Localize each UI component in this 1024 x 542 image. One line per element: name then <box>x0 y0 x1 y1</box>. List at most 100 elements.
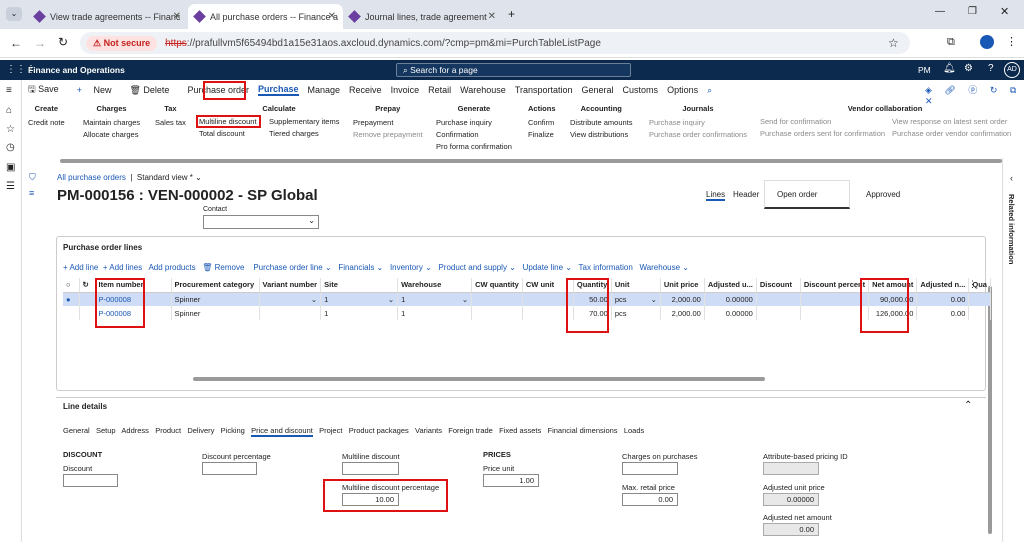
new-button[interactable]: + New <box>77 85 121 95</box>
new-tab-button[interactable]: + <box>508 7 515 21</box>
discount-field[interactable] <box>63 474 118 487</box>
cell-unit-price[interactable]: 2,000.00 <box>660 292 705 306</box>
select-all-radio[interactable]: ○ <box>63 278 80 293</box>
col-procurement-category[interactable]: Procurement category <box>171 278 260 293</box>
purchase-order-confirmations-button[interactable]: Purchase order confirmations <box>649 130 747 139</box>
cell-site[interactable]: 1 <box>320 306 399 320</box>
close-icon[interactable]: ✕ <box>173 11 181 22</box>
close-icon[interactable]: ✕ <box>488 11 496 22</box>
cell-site[interactable]: 1 ⌄ <box>320 292 399 306</box>
page-search-box[interactable]: ⌕ Search for a page <box>396 63 631 77</box>
warehouse-menu[interactable]: Warehouse ⌄ <box>639 263 689 272</box>
update-line-menu[interactable]: Update line ⌄ <box>523 263 572 272</box>
cell-discount[interactable] <box>756 306 801 320</box>
cell-adjusted-net[interactable]: 0.00 <box>916 292 970 306</box>
prepayment-button[interactable]: Prepayment <box>353 118 423 127</box>
pro-forma-confirmation-button[interactable]: Pro forma confirmation <box>436 142 512 151</box>
max-retail-price-field[interactable]: 0.00 <box>622 493 678 506</box>
send-for-confirmation-button[interactable]: Send for confirmation <box>760 117 831 126</box>
multiline-discount-field[interactable] <box>342 462 399 475</box>
expand-chevron-icon[interactable]: ‹ <box>1010 173 1013 183</box>
price-unit-field[interactable]: 1.00 <box>483 474 539 487</box>
col-discount-percent[interactable]: Discount percent <box>800 278 870 293</box>
tab-variants[interactable]: Variants <box>415 426 442 435</box>
cell-category[interactable]: Spinner <box>171 306 260 320</box>
search-icon[interactable]: ⌕ <box>707 85 712 96</box>
list-icon[interactable]: ≡ <box>29 188 34 198</box>
col-discount[interactable]: Discount <box>756 278 801 293</box>
extensions-icon[interactable]: ⧉ <box>947 36 955 49</box>
tab-all-purchase-orders[interactable]: All purchase orders -- Finance a ✕ <box>188 4 343 29</box>
hamburger-icon[interactable]: ≡ <box>6 85 12 96</box>
purchase-inquiry-button[interactable]: Purchase inquiry <box>436 118 512 127</box>
url-field[interactable]: ⚠ Not secure https://prafullvm5f65494bd1… <box>80 32 910 54</box>
tab-lines[interactable]: Lines <box>706 190 726 201</box>
po-line-menu[interactable]: Purchase order line ⌄ <box>253 263 331 272</box>
browser-menu-icon[interactable]: ⋮ <box>1006 35 1017 48</box>
col-warehouse[interactable]: Warehouse <box>397 278 473 293</box>
confirm-button[interactable]: Confirm <box>528 118 556 127</box>
tab-delivery[interactable]: Delivery <box>187 426 214 435</box>
tab-financial-dimensions[interactable]: Financial dimensions <box>548 426 618 435</box>
col-cw-quantity[interactable]: CW quantity <box>471 278 523 293</box>
grid-horizontal-scrollbar[interactable] <box>193 377 765 381</box>
tab-journal-lines[interactable]: Journal lines, trade agreement ✕ <box>343 4 503 29</box>
tab-menu-button[interactable]: ⌄ <box>6 7 22 21</box>
view-distributions-button[interactable]: View distributions <box>570 130 633 139</box>
vendor-confirmation-button[interactable]: Purchase order vendor confirmation <box>892 129 1011 138</box>
tab-options[interactable]: Options <box>667 85 698 95</box>
product-supply-menu[interactable]: Product and supply ⌄ <box>438 263 515 272</box>
modules-icon[interactable]: ☰ <box>6 181 15 192</box>
cell-unit[interactable]: pcs ⌄ <box>611 292 661 306</box>
help-icon[interactable]: ? <box>988 63 994 74</box>
remove-button[interactable]: 🗑︎ Remove <box>202 263 244 272</box>
tab-header[interactable]: Header <box>733 190 759 199</box>
refresh-icon[interactable]: ↻ <box>79 278 96 293</box>
reload-icon[interactable]: ↻ <box>58 35 68 49</box>
cell-adjusted-unit[interactable]: 0.00000 <box>704 292 757 306</box>
inventory-menu[interactable]: Inventory ⌄ <box>390 263 432 272</box>
tab-transportation[interactable]: Transportation <box>515 85 573 95</box>
cell-unit-price[interactable]: 2,000.00 <box>660 306 705 320</box>
cell-adjusted-net[interactable]: 0.00 <box>916 306 970 320</box>
tab-customs[interactable]: Customs <box>623 85 659 95</box>
tab-manage[interactable]: Manage <box>308 85 341 95</box>
cell-discount-pct[interactable] <box>800 292 870 306</box>
tab-foreign-trade[interactable]: Foreign trade <box>448 426 493 435</box>
tab-fixed-assets[interactable]: Fixed assets <box>499 426 541 435</box>
view-response-button[interactable]: View response on latest sent order <box>892 117 1007 126</box>
not-secure-badge[interactable]: ⚠ Not secure <box>86 35 158 51</box>
avatar[interactable]: AD <box>1004 62 1020 78</box>
discount-percentage-field[interactable] <box>202 462 257 475</box>
confirmation-button[interactable]: Confirmation <box>436 130 512 139</box>
related-information-pane[interactable]: ‹ Related information <box>1002 158 1024 542</box>
col-variant-number[interactable]: Variant number <box>259 278 322 293</box>
cell-cw-qty[interactable] <box>471 306 523 320</box>
cell-adjusted-unit[interactable]: 0.00000 <box>704 306 757 320</box>
workspaces-icon[interactable]: ▣ <box>6 162 15 173</box>
allocate-charges-button[interactable]: Allocate charges <box>83 130 140 139</box>
tab-address[interactable]: Address <box>121 426 149 435</box>
cell-discount-pct[interactable] <box>800 306 870 320</box>
finalize-button[interactable]: Finalize <box>528 130 556 139</box>
orders-sent-for-confirmation-button[interactable]: Purchase orders sent for confirmation <box>760 129 885 138</box>
tiered-charges-button[interactable]: Tiered charges <box>269 129 319 138</box>
tab-picking[interactable]: Picking <box>221 426 245 435</box>
tab-receive[interactable]: Receive <box>349 85 382 95</box>
view-selector[interactable]: Standard view * <box>137 173 193 182</box>
col-adjusted-net[interactable]: Adjusted n... <box>916 278 970 293</box>
add-line-button[interactable]: + Add line <box>63 263 98 272</box>
breadcrumb-link[interactable]: All purchase orders <box>57 173 126 182</box>
tab-general[interactable]: General <box>63 426 90 435</box>
notifications-icon[interactable]: 🔔︎ <box>943 63 956 74</box>
tab-product[interactable]: Product <box>155 426 181 435</box>
col-unit-price[interactable]: Unit price <box>660 278 705 293</box>
save-button[interactable]: 🖫︎ Save <box>28 82 68 98</box>
charges-on-purchases-field[interactable] <box>622 462 678 475</box>
cell-warehouse[interactable]: 1 <box>397 306 473 320</box>
cell-cw-qty[interactable] <box>471 292 523 306</box>
table-row[interactable]: P-000008 Spinner 1 1 70.00 pcs 2,000.00 … <box>63 306 991 320</box>
restore-button[interactable]: ❐ <box>968 6 977 17</box>
row-selected-check-icon[interactable]: ● <box>63 292 80 306</box>
remove-prepayment-button[interactable]: Remove prepayment <box>353 130 423 139</box>
